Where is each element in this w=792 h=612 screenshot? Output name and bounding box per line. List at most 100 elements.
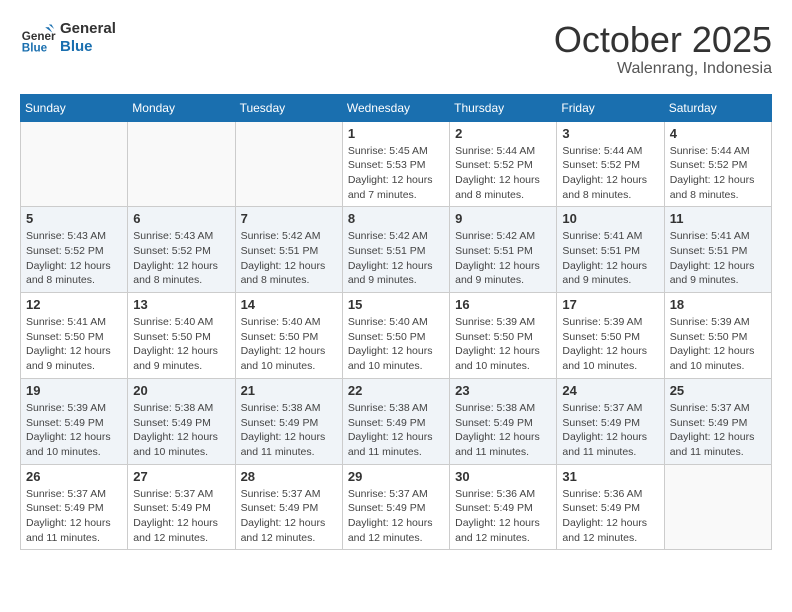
day-number: 20 (133, 383, 229, 398)
day-info: Sunrise: 5:42 AMSunset: 5:51 PMDaylight:… (348, 229, 444, 288)
calendar-cell: 1 Sunrise: 5:45 AMSunset: 5:53 PMDaylight… (342, 121, 449, 207)
day-number: 25 (670, 383, 766, 398)
day-info: Sunrise: 5:38 AMSunset: 5:49 PMDaylight:… (348, 401, 444, 460)
day-number: 7 (241, 211, 337, 226)
month-title: October 2025 (554, 20, 772, 60)
svg-text:Blue: Blue (22, 42, 48, 55)
logo-icon: General Blue (20, 20, 56, 56)
calendar-cell (664, 464, 771, 550)
calendar-cell: 11 Sunrise: 5:41 AMSunset: 5:51 PMDayligh… (664, 207, 771, 293)
day-number: 14 (241, 297, 337, 312)
day-number: 16 (455, 297, 551, 312)
calendar-week-row: 12 Sunrise: 5:41 AMSunset: 5:50 PMDayligh… (21, 293, 772, 379)
day-info: Sunrise: 5:41 AMSunset: 5:51 PMDaylight:… (670, 229, 766, 288)
day-info: Sunrise: 5:37 AMSunset: 5:49 PMDaylight:… (26, 487, 122, 546)
day-info: Sunrise: 5:36 AMSunset: 5:49 PMDaylight:… (562, 487, 658, 546)
day-info: Sunrise: 5:41 AMSunset: 5:50 PMDaylight:… (26, 315, 122, 374)
day-info: Sunrise: 5:44 AMSunset: 5:52 PMDaylight:… (562, 144, 658, 203)
day-number: 13 (133, 297, 229, 312)
calendar-table: SundayMondayTuesdayWednesdayThursdayFrid… (20, 94, 772, 551)
day-number: 12 (26, 297, 122, 312)
calendar-cell: 25Sunrise: 5:37 AMSunset: 5:49 PMDayligh… (664, 378, 771, 464)
day-info: Sunrise: 5:40 AMSunset: 5:50 PMDaylight:… (133, 315, 229, 374)
calendar-cell: 22 Sunrise: 5:38 AMSunset: 5:49 PMDayligh… (342, 378, 449, 464)
calendar-cell: 13 Sunrise: 5:40 AMSunset: 5:50 PMDayligh… (128, 293, 235, 379)
calendar-header-wednesday: Wednesday (342, 94, 449, 121)
day-info: Sunrise: 5:45 AMSunset: 5:53 PMDaylight:… (348, 144, 444, 203)
title-block: October 2025 Walenrang, Indonesia (554, 20, 772, 78)
day-number: 29 (348, 469, 444, 484)
calendar-cell: 29 Sunrise: 5:37 AMSunset: 5:49 PMDayligh… (342, 464, 449, 550)
day-info: Sunrise: 5:41 AMSunset: 5:51 PMDaylight:… (562, 229, 658, 288)
day-number: 26 (26, 469, 122, 484)
calendar-cell: 14Sunrise: 5:40 AMSunset: 5:50 PMDayligh… (235, 293, 342, 379)
calendar-cell: 23Sunrise: 5:38 AMSunset: 5:49 PMDayligh… (450, 378, 557, 464)
day-info: Sunrise: 5:39 AMSunset: 5:50 PMDaylight:… (455, 315, 551, 374)
calendar-week-row: 26 Sunrise: 5:37 AMSunset: 5:49 PMDayligh… (21, 464, 772, 550)
day-number: 28 (241, 469, 337, 484)
day-number: 30 (455, 469, 551, 484)
day-number: 15 (348, 297, 444, 312)
calendar-cell: 19 Sunrise: 5:39 AMSunset: 5:49 PMDayligh… (21, 378, 128, 464)
calendar-cell: 4 Sunrise: 5:44 AMSunset: 5:52 PMDaylight… (664, 121, 771, 207)
calendar-cell: 30Sunrise: 5:36 AMSunset: 5:49 PMDayligh… (450, 464, 557, 550)
calendar-cell: 3 Sunrise: 5:44 AMSunset: 5:52 PMDaylight… (557, 121, 664, 207)
calendar-cell: 31 Sunrise: 5:36 AMSunset: 5:49 PMDayligh… (557, 464, 664, 550)
day-number: 19 (26, 383, 122, 398)
calendar-cell: 26 Sunrise: 5:37 AMSunset: 5:49 PMDayligh… (21, 464, 128, 550)
day-info: Sunrise: 5:37 AMSunset: 5:49 PMDaylight:… (241, 487, 337, 546)
day-number: 9 (455, 211, 551, 226)
day-info: Sunrise: 5:37 AMSunset: 5:49 PMDaylight:… (562, 401, 658, 460)
calendar-cell: 10 Sunrise: 5:41 AMSunset: 5:51 PMDayligh… (557, 207, 664, 293)
calendar-cell: 17Sunrise: 5:39 AMSunset: 5:50 PMDayligh… (557, 293, 664, 379)
day-info: Sunrise: 5:43 AMSunset: 5:52 PMDaylight:… (133, 229, 229, 288)
calendar-cell: 7 Sunrise: 5:42 AMSunset: 5:51 PMDaylight… (235, 207, 342, 293)
day-number: 11 (670, 211, 766, 226)
day-info: Sunrise: 5:39 AMSunset: 5:50 PMDaylight:… (670, 315, 766, 374)
calendar-cell: 5 Sunrise: 5:43 AMSunset: 5:52 PMDaylight… (21, 207, 128, 293)
calendar-week-row: 5 Sunrise: 5:43 AMSunset: 5:52 PMDaylight… (21, 207, 772, 293)
day-info: Sunrise: 5:37 AMSunset: 5:49 PMDaylight:… (348, 487, 444, 546)
calendar-cell: 9Sunrise: 5:42 AMSunset: 5:51 PMDaylight… (450, 207, 557, 293)
logo-general: General (60, 20, 116, 38)
day-number: 1 (348, 126, 444, 141)
calendar-header-monday: Monday (128, 94, 235, 121)
day-number: 17 (562, 297, 658, 312)
calendar-header-tuesday: Tuesday (235, 94, 342, 121)
day-number: 3 (562, 126, 658, 141)
day-info: Sunrise: 5:38 AMSunset: 5:49 PMDaylight:… (133, 401, 229, 460)
calendar-cell: 2Sunrise: 5:44 AMSunset: 5:52 PMDaylight… (450, 121, 557, 207)
calendar-cell: 18Sunrise: 5:39 AMSunset: 5:50 PMDayligh… (664, 293, 771, 379)
calendar-cell: 15 Sunrise: 5:40 AMSunset: 5:50 PMDayligh… (342, 293, 449, 379)
day-info: Sunrise: 5:44 AMSunset: 5:52 PMDaylight:… (670, 144, 766, 203)
calendar-cell: 27 Sunrise: 5:37 AMSunset: 5:49 PMDayligh… (128, 464, 235, 550)
calendar-cell: 6 Sunrise: 5:43 AMSunset: 5:52 PMDaylight… (128, 207, 235, 293)
day-info: Sunrise: 5:43 AMSunset: 5:52 PMDaylight:… (26, 229, 122, 288)
location-title: Walenrang, Indonesia (554, 60, 772, 78)
day-info: Sunrise: 5:39 AMSunset: 5:49 PMDaylight:… (26, 401, 122, 460)
calendar-cell: 12 Sunrise: 5:41 AMSunset: 5:50 PMDayligh… (21, 293, 128, 379)
day-number: 10 (562, 211, 658, 226)
day-number: 27 (133, 469, 229, 484)
calendar-header-thursday: Thursday (450, 94, 557, 121)
day-info: Sunrise: 5:38 AMSunset: 5:49 PMDaylight:… (455, 401, 551, 460)
day-number: 6 (133, 211, 229, 226)
day-number: 31 (562, 469, 658, 484)
calendar-header-sunday: Sunday (21, 94, 128, 121)
calendar-week-row: 19 Sunrise: 5:39 AMSunset: 5:49 PMDayligh… (21, 378, 772, 464)
calendar-cell (21, 121, 128, 207)
calendar-cell: 24Sunrise: 5:37 AMSunset: 5:49 PMDayligh… (557, 378, 664, 464)
day-info: Sunrise: 5:42 AMSunset: 5:51 PMDaylight:… (241, 229, 337, 288)
calendar-header-row: SundayMondayTuesdayWednesdayThursdayFrid… (21, 94, 772, 121)
calendar-cell: 20 Sunrise: 5:38 AMSunset: 5:49 PMDayligh… (128, 378, 235, 464)
calendar-cell: 8Sunrise: 5:42 AMSunset: 5:51 PMDaylight… (342, 207, 449, 293)
day-info: Sunrise: 5:37 AMSunset: 5:49 PMDaylight:… (133, 487, 229, 546)
day-number: 22 (348, 383, 444, 398)
calendar-cell: 21Sunrise: 5:38 AMSunset: 5:49 PMDayligh… (235, 378, 342, 464)
calendar-cell: 16 Sunrise: 5:39 AMSunset: 5:50 PMDayligh… (450, 293, 557, 379)
day-number: 2 (455, 126, 551, 141)
day-info: Sunrise: 5:40 AMSunset: 5:50 PMDaylight:… (348, 315, 444, 374)
logo: General Blue General Blue (20, 20, 116, 56)
day-number: 5 (26, 211, 122, 226)
day-number: 4 (670, 126, 766, 141)
